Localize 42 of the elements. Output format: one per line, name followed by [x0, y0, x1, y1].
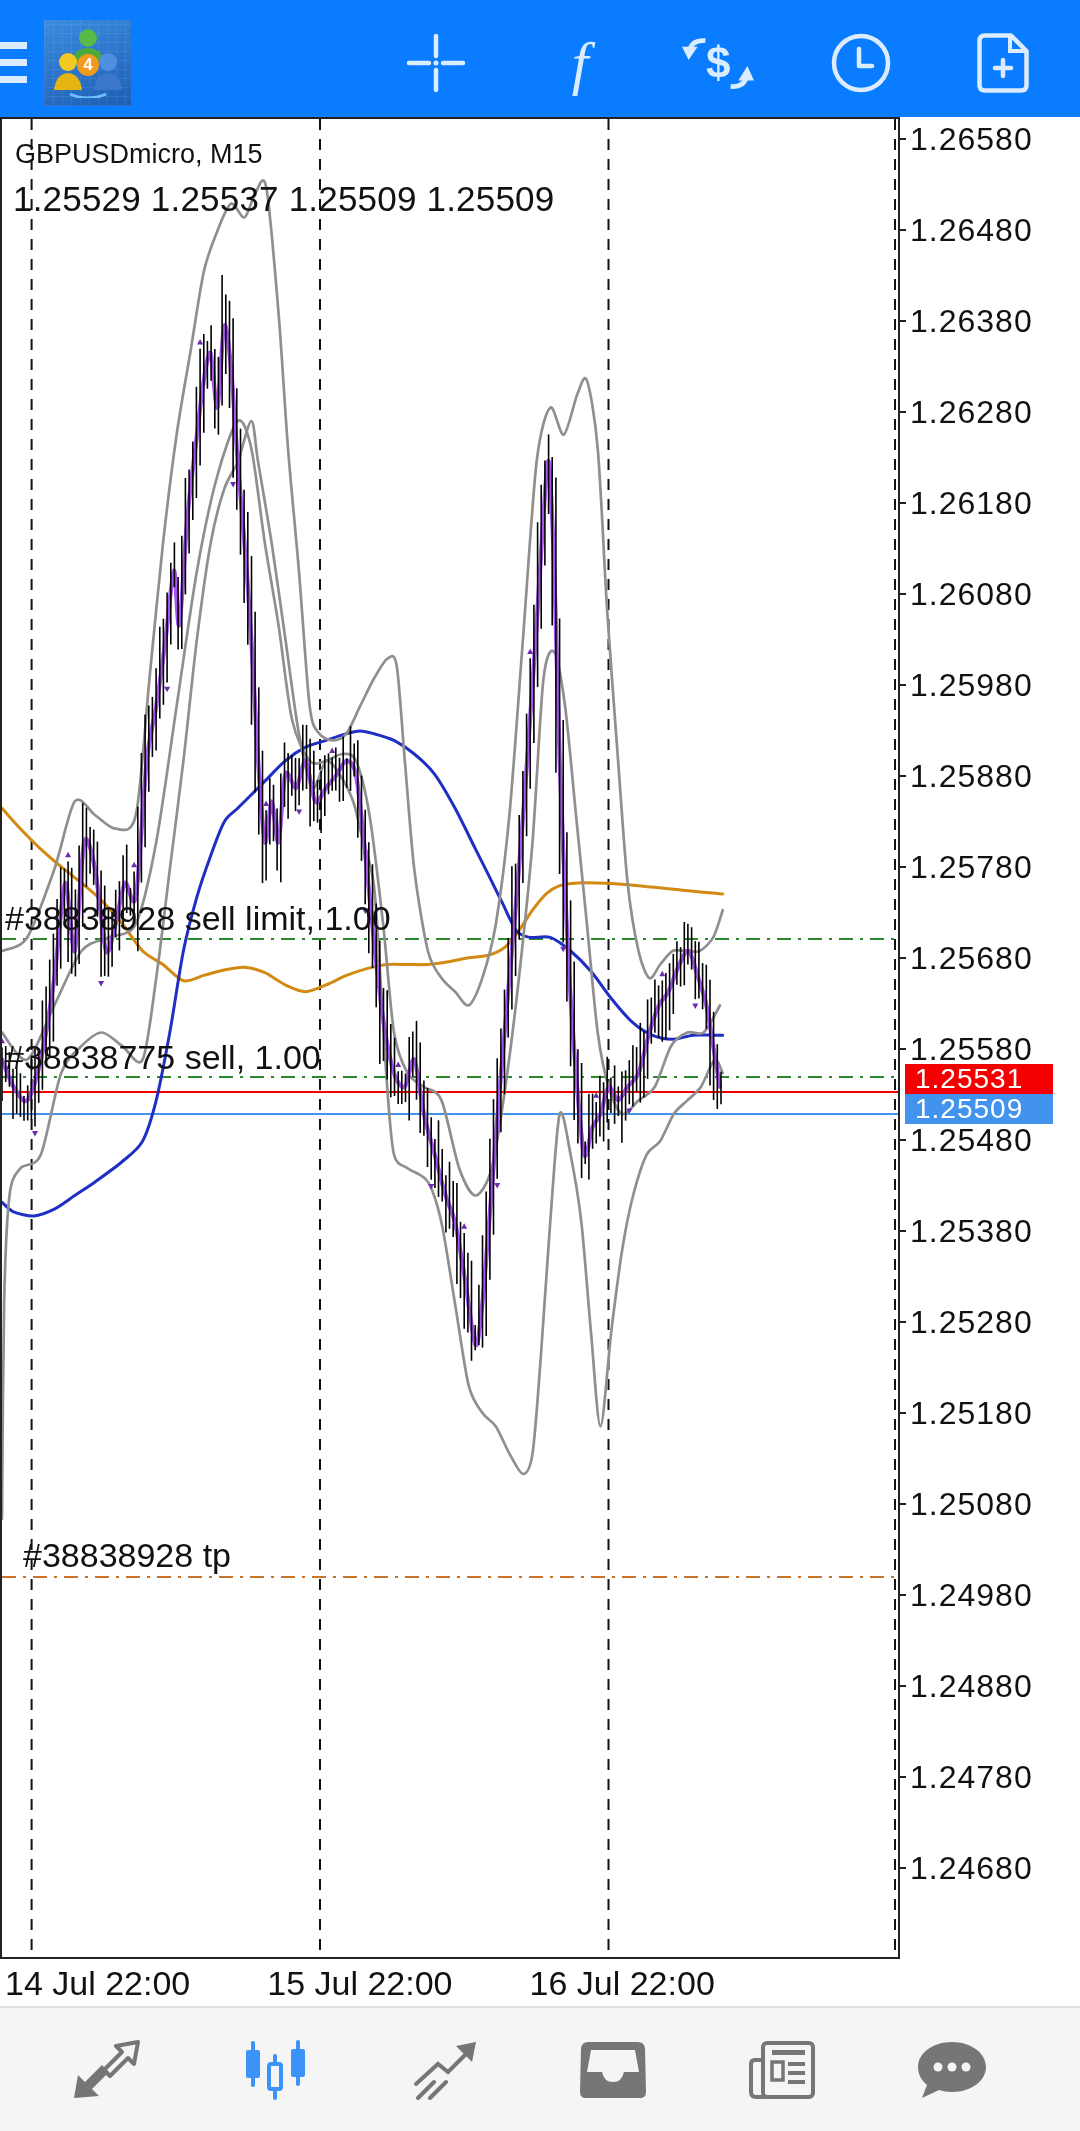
diagonal-arrows-icon[interactable]: [72, 2039, 142, 2100]
clock-icon[interactable]: [831, 32, 892, 93]
price-label: 1.26180: [910, 488, 1033, 519]
price-label: 1.26580: [910, 124, 1033, 154]
chat-bubble-icon[interactable]: [916, 2039, 986, 2100]
price-label: 1.25980: [910, 670, 1033, 701]
menu-icon[interactable]: [0, 42, 27, 83]
trade-button[interactable]: $: [682, 34, 755, 91]
price-label: 1.25180: [910, 1398, 1033, 1429]
price-label: 1.26080: [910, 579, 1033, 610]
price-label: 1.26380: [910, 306, 1033, 337]
price-label: 1.24680: [910, 1853, 1033, 1884]
price-label: 1.25080: [910, 1489, 1033, 1520]
price-label: 1.25880: [910, 761, 1033, 792]
time-label: 15 Jul 22:00: [267, 1962, 453, 2003]
curved-arrow-icon: [730, 65, 755, 90]
price-label: 1.24880: [910, 1671, 1033, 1702]
newspaper-icon[interactable]: [747, 2039, 818, 2100]
symbol-title: GBPUSDmicro, M15: [15, 138, 263, 171]
order-label: #38838928 tp: [23, 1536, 231, 1574]
price-label: 1.24980: [910, 1580, 1033, 1611]
time-label: 16 Jul 22:00: [529, 1962, 715, 2003]
price-label: 1.25580: [910, 1034, 1033, 1065]
crosshair-icon[interactable]: [406, 32, 466, 93]
price-label: 1.25780: [910, 852, 1033, 883]
price-label: 1.25480: [910, 1125, 1033, 1156]
price-label: 1.24780: [910, 1762, 1033, 1793]
price-label: 1.26480: [910, 215, 1033, 245]
indicators-button[interactable]: f: [550, 26, 610, 99]
app-logo[interactable]: 4: [44, 19, 131, 106]
price-label: 1.26280: [910, 397, 1033, 428]
price-label: 1.25280: [910, 1307, 1033, 1338]
price-tag: 1.25509: [905, 1094, 1053, 1124]
time-label: 14 Jul 22:00: [5, 1962, 191, 2003]
inbox-tray-icon[interactable]: [578, 2039, 649, 2100]
people-icon: [54, 27, 122, 98]
document-plus-icon[interactable]: [977, 32, 1030, 93]
ohlc-values: 1.25529 1.25537 1.25509 1.25509: [13, 178, 555, 220]
price-tag: 1.25531: [905, 1064, 1053, 1094]
price-label: 1.25680: [910, 943, 1033, 974]
price-label: 1.25380: [910, 1216, 1033, 1247]
curved-arrow-icon: [682, 36, 706, 60]
